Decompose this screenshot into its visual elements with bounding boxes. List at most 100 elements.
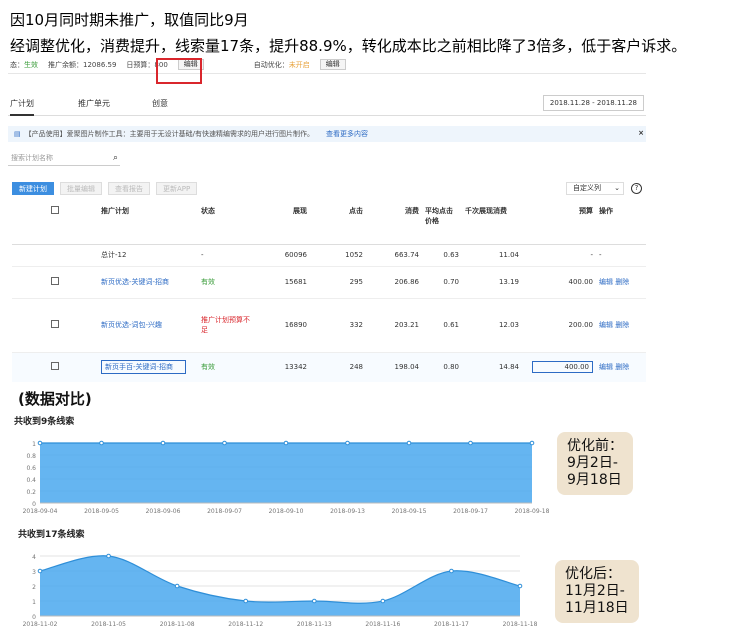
x-tick-label: 2018-09-17 xyxy=(453,508,488,515)
data-point xyxy=(468,440,473,446)
impressions-cell: 16890 xyxy=(254,298,310,353)
search-input[interactable]: 搜索计划名称 ⌕ xyxy=(8,152,120,166)
section-title: (数据对比) xyxy=(18,390,92,408)
cpc-cell: 0.70 xyxy=(422,266,462,299)
impressions-cell: 13342 xyxy=(254,352,310,382)
data-point xyxy=(99,440,104,446)
cpm-cell: 14.84 xyxy=(462,352,522,382)
x-tick-label: 2018-09-15 xyxy=(392,508,427,515)
total-cpm: 11.04 xyxy=(462,244,522,267)
col-cpc[interactable]: 平均点击价格 xyxy=(422,204,462,245)
data-point xyxy=(380,598,386,604)
headline-line-1: 因10月同时期未推广，取值同比9月 xyxy=(10,11,249,29)
view-report-button[interactable]: 查看报告 xyxy=(108,182,150,195)
bulk-edit-button[interactable]: 批量编辑 xyxy=(60,182,102,195)
campaign-link[interactable]: 新页优选-关键词-招商 xyxy=(98,266,198,299)
x-tick-label: 2018-09-05 xyxy=(84,508,119,515)
tab-bar: 广计划 推广单元 创意 2018.11.28 - 2018.11.28 xyxy=(8,90,646,116)
chart-2-title: 共收到17条线索 xyxy=(18,530,85,540)
custom-columns-label: 自定义列 xyxy=(573,184,601,192)
campaign-name-input[interactable]: 新页手百-关键词-招商 xyxy=(101,360,186,374)
x-tick-label: 2018-09-13 xyxy=(330,508,365,515)
data-point xyxy=(517,583,523,589)
tab-campaigns[interactable]: 广计划 xyxy=(10,98,34,116)
x-tick-label: 2018-11-12 xyxy=(228,621,263,628)
ops-cell: 编辑 删除 xyxy=(596,266,646,299)
badge-line: 11月2日- xyxy=(565,583,625,599)
update-app-button[interactable]: 更新APP xyxy=(156,182,198,195)
campaign-link[interactable]: 新页优选-词包-兴趣 xyxy=(98,298,198,353)
highlight-box xyxy=(156,58,202,84)
chevron-down-icon: ⌄ xyxy=(614,184,620,192)
y-tick-label: 3 xyxy=(32,569,36,576)
headline-line-2: 经调整优化，消费提升，线索量17条，提升88.9%，转化成本比之前相比降了3倍多… xyxy=(10,37,687,55)
notice-more-link[interactable]: 查看更多内容 xyxy=(326,129,368,139)
table-header-row: 推广计划 状态 展现 点击 消费 平均点击价格 千次展现消费 预算 操作 xyxy=(12,204,646,245)
status-text: 推广计划预算不足 xyxy=(198,298,254,353)
select-all-cell xyxy=(12,204,98,245)
account-summary-bar: 态：生效 推广余额：12086.59 日预算：800 编辑 自动优化：未开启 编… xyxy=(8,56,646,74)
search-placeholder: 搜索计划名称 xyxy=(11,154,53,162)
row-checkbox[interactable] xyxy=(51,362,59,370)
total-ops: - xyxy=(596,244,646,267)
row-check-cell xyxy=(12,298,98,353)
col-status[interactable]: 状态 xyxy=(198,204,254,245)
tab-ad-groups[interactable]: 推广单元 xyxy=(78,98,110,109)
badge-line: 11月18日 xyxy=(565,600,629,616)
search-icon[interactable]: ⌕ xyxy=(113,152,118,164)
tab-creatives[interactable]: 创意 xyxy=(152,98,168,109)
impressions-cell: 15681 xyxy=(254,266,310,299)
status-value: 生效 xyxy=(24,60,38,69)
y-tick-label: 1 xyxy=(32,599,36,606)
edit-auto-optimize-button[interactable]: 编辑 xyxy=(319,59,346,70)
budget-input[interactable]: 400.00 xyxy=(531,361,593,373)
col-clicks[interactable]: 点击 xyxy=(310,204,366,245)
new-campaign-button[interactable]: 新建计划 xyxy=(12,182,54,195)
delete-link[interactable]: 删除 xyxy=(615,278,629,286)
col-campaign[interactable]: 推广计划 xyxy=(98,204,198,245)
clicks-cell: 332 xyxy=(310,298,366,353)
date-range-picker[interactable]: 2018.11.28 - 2018.11.28 xyxy=(542,95,644,111)
col-cpm[interactable]: 千次展现消费 xyxy=(462,204,522,245)
data-point xyxy=(345,440,350,446)
y-tick-label: 0.8 xyxy=(26,453,36,460)
x-tick-label: 2018-11-05 xyxy=(91,621,126,628)
after-badge: 优化后： 11月2日- 11月18日 xyxy=(555,560,639,623)
select-all-checkbox[interactable] xyxy=(51,206,59,214)
y-tick-label: 0.2 xyxy=(26,489,36,496)
row-check-cell xyxy=(12,352,98,382)
y-tick-label: 4 xyxy=(32,554,36,561)
delete-link[interactable]: 删除 xyxy=(615,363,629,371)
campaign-table: 推广计划 状态 展现 点击 消费 平均点击价格 千次展现消费 预算 操作 总计-… xyxy=(12,204,646,382)
notice-banner: ▤ 【产品使用】爱聚图片制作工具：主要用于无设计基础/有快速精编需求的用户进行图… xyxy=(8,126,646,142)
close-icon[interactable]: × xyxy=(638,129,644,137)
clicks-cell: 248 xyxy=(310,352,366,382)
col-budget[interactable]: 预算 xyxy=(522,204,596,245)
row-checkbox[interactable] xyxy=(51,320,59,328)
x-tick-label: 2018-11-17 xyxy=(434,621,469,628)
custom-columns-select[interactable]: 自定义列 ⌄ xyxy=(566,182,624,195)
badge-line: 优化前： xyxy=(567,438,623,454)
delete-link[interactable]: 删除 xyxy=(615,321,629,329)
x-tick-label: 2018-11-02 xyxy=(23,621,58,628)
col-cost[interactable]: 消费 xyxy=(366,204,422,245)
data-point xyxy=(243,598,249,604)
edit-link[interactable]: 编辑 xyxy=(599,363,613,371)
info-icon: ▤ xyxy=(14,130,21,138)
total-check-cell xyxy=(12,244,98,267)
help-icon[interactable]: ? xyxy=(631,183,642,194)
col-impressions[interactable]: 展现 xyxy=(254,204,310,245)
x-tick-label: 2018-11-18 xyxy=(503,621,538,628)
row-checkbox[interactable] xyxy=(51,277,59,285)
x-tick-label: 2018-09-04 xyxy=(23,508,58,515)
status-text: 有效 xyxy=(198,266,254,299)
edit-link[interactable]: 编辑 xyxy=(599,321,613,329)
data-point xyxy=(283,440,289,446)
ops-cell: 编辑 删除 xyxy=(596,352,646,382)
edit-link[interactable]: 编辑 xyxy=(599,278,613,286)
total-name: 总计-12 xyxy=(98,244,198,267)
col-operations: 操作 xyxy=(596,204,646,245)
y-tick-label: 0 xyxy=(32,614,36,621)
cpc-cell: 0.61 xyxy=(422,298,462,353)
data-point xyxy=(106,553,111,559)
